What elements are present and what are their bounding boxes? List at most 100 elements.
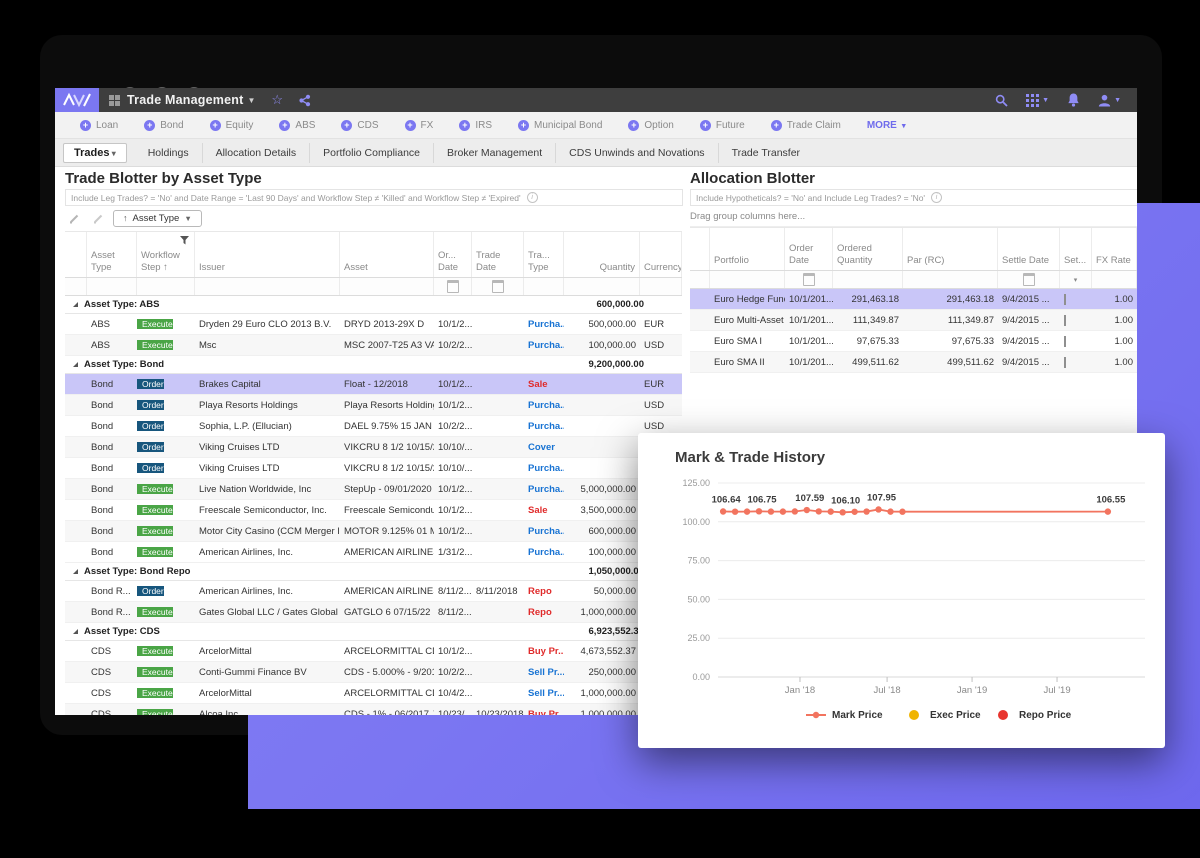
data-point[interactable] xyxy=(756,508,762,514)
trade-row[interactable]: Bond R...OrderAmerican Airlines, Inc.AME… xyxy=(65,581,682,602)
app-title[interactable]: Trade Management xyxy=(127,93,243,107)
apps-grid-icon[interactable] xyxy=(109,95,120,106)
group-header-row[interactable]: Asset Type: CDS6,923,552.37 xyxy=(65,623,682,641)
column-header-or-date[interactable]: Or... Date xyxy=(434,232,472,277)
data-point[interactable] xyxy=(887,508,893,514)
trade-row[interactable]: BondOrderBrakes CapitalFloat - 12/201810… xyxy=(65,374,682,395)
filter-cell[interactable] xyxy=(137,278,195,295)
trade-row[interactable]: BondOrderSophia, L.P. (Ellucian)DAEL 9.7… xyxy=(65,416,682,437)
asset-tab-loan[interactable]: +Loan xyxy=(67,120,131,131)
sub-tab-cds-unwinds-and-novations[interactable]: CDS Unwinds and Novations xyxy=(556,143,718,163)
column-header-order-date[interactable]: Order Date xyxy=(785,228,833,270)
trade-row[interactable]: ABSExecuteMscMSC 2007-T25 A3 VAR ...10/2… xyxy=(65,335,682,356)
data-point[interactable] xyxy=(1105,508,1111,514)
trade-row[interactable]: BondOrderPlaya Resorts HoldingsPlaya Res… xyxy=(65,395,682,416)
allocation-row[interactable]: Euro SMA II10/1/201...499,511.62499,511.… xyxy=(690,352,1137,373)
filter-cell[interactable]: ▾ xyxy=(1060,271,1092,288)
column-header-drag[interactable] xyxy=(65,232,87,277)
column-header-drag[interactable] xyxy=(690,228,710,270)
data-point[interactable] xyxy=(732,508,738,514)
trade-row[interactable]: CDSExecuteArcelorMittalARCELORMITTAL CDS… xyxy=(65,683,682,704)
asset-tab-abs[interactable]: +ABS xyxy=(266,120,328,131)
column-header-workflow-step[interactable]: Workflow Step ↑ xyxy=(137,232,195,277)
column-header-set[interactable]: Set... xyxy=(1060,228,1092,270)
more-tab[interactable]: MORE▾ xyxy=(854,120,919,131)
search-icon[interactable] xyxy=(995,94,1008,107)
trade-row[interactable]: CDSExecuteArcelorMittalARCELORMITTAL CDS… xyxy=(65,641,682,662)
group-header-row[interactable]: Asset Type: ABS600,000.00 xyxy=(65,296,682,314)
checkbox-unchecked[interactable] xyxy=(1064,357,1066,368)
filter-cell[interactable] xyxy=(524,278,564,295)
data-point[interactable] xyxy=(792,508,798,514)
asset-tab-fx[interactable]: +FX xyxy=(392,120,447,131)
filter-cell[interactable] xyxy=(833,271,903,288)
data-point[interactable] xyxy=(875,506,881,512)
column-header-asset-type[interactable]: Asset Type xyxy=(87,232,137,277)
trade-row[interactable]: BondOrderViking Cruises LTDVIKCRU 8 1/2 … xyxy=(65,458,682,479)
trade-row[interactable]: CDSExecuteAlcoa IncCDS - 1% - 06/2017 JP… xyxy=(65,704,682,715)
modules-icon[interactable]: ▼ xyxy=(1026,94,1049,107)
sub-tab-trade-transfer[interactable]: Trade Transfer xyxy=(719,143,813,163)
filter-cell[interactable] xyxy=(710,271,785,288)
filter-cell[interactable] xyxy=(564,278,640,295)
checkbox-unchecked[interactable] xyxy=(1064,336,1066,347)
checkbox-unchecked[interactable] xyxy=(1064,294,1066,305)
trade-row[interactable]: BondExecuteMotor City Casino (CCM Merger… xyxy=(65,521,682,542)
column-header-quantity[interactable]: Quantity xyxy=(564,232,640,277)
checkbox-unchecked[interactable] xyxy=(1064,315,1066,326)
asset-tab-future[interactable]: +Future xyxy=(687,120,758,131)
filter-cell[interactable] xyxy=(690,271,710,288)
allocation-row[interactable]: Euro Multi-Asset I10/1/201...111,349.871… xyxy=(690,310,1137,331)
group-header-row[interactable]: Asset Type: Bond9,200,000.00 xyxy=(65,356,682,374)
info-icon[interactable]: i xyxy=(527,192,538,203)
group-header-row[interactable]: Asset Type: Bond Repo1,050,000.00 xyxy=(65,563,682,581)
data-point[interactable] xyxy=(720,508,726,514)
profile-icon[interactable]: ▼ xyxy=(1098,94,1121,107)
trade-row[interactable]: BondExecuteFreescale Semiconductor, Inc.… xyxy=(65,500,682,521)
share-icon[interactable] xyxy=(298,94,311,107)
sub-tab-broker-management[interactable]: Broker Management xyxy=(434,143,556,163)
date-filter-cell[interactable] xyxy=(998,271,1060,288)
trade-row[interactable]: BondExecuteLive Nation Worldwide, IncSte… xyxy=(65,479,682,500)
data-point[interactable] xyxy=(768,508,774,514)
filter-funnel-icon[interactable] xyxy=(180,236,189,245)
filter-cell[interactable] xyxy=(340,278,434,295)
data-point[interactable] xyxy=(851,509,857,515)
column-header-trade-date[interactable]: Trade Date xyxy=(472,232,524,277)
group-by-chip[interactable]: ↑ Asset Type ▼ xyxy=(113,210,202,227)
data-point[interactable] xyxy=(839,509,845,515)
bell-icon[interactable] xyxy=(1067,93,1080,107)
column-header-portfolio[interactable]: Portfolio xyxy=(710,228,785,270)
brand-logo-icon[interactable] xyxy=(55,88,99,112)
caret-down-icon[interactable]: ▾ xyxy=(1074,276,1078,284)
star-icon[interactable]: ☆ xyxy=(271,92,283,108)
trade-row[interactable]: CDSExecuteConti-Gummi Finance BVCDS - 5.… xyxy=(65,662,682,683)
column-header-currency[interactable]: Currency xyxy=(640,232,682,277)
allocation-row[interactable]: Euro SMA I10/1/201...97,675.3397,675.339… xyxy=(690,331,1137,352)
info-icon[interactable]: i xyxy=(931,192,942,203)
edit-icon[interactable] xyxy=(65,210,83,226)
trade-row[interactable]: Bond R...ExecuteGates Global LLC / Gates… xyxy=(65,602,682,623)
trade-row[interactable]: ABSExecuteDryden 29 Euro CLO 2013 B.V.DR… xyxy=(65,314,682,335)
data-point[interactable] xyxy=(744,508,750,514)
data-point[interactable] xyxy=(780,508,786,514)
filter-cell[interactable] xyxy=(640,278,682,295)
asset-tab-cds[interactable]: +CDS xyxy=(328,120,391,131)
date-filter-cell[interactable] xyxy=(785,271,833,288)
edit-all-icon[interactable] xyxy=(89,210,107,226)
legend-item-mark-price[interactable]: Mark Price xyxy=(806,710,883,721)
calendar-icon[interactable] xyxy=(1023,273,1035,286)
data-point[interactable] xyxy=(899,509,905,515)
caret-down-icon[interactable]: ▼ xyxy=(247,96,255,105)
calendar-icon[interactable] xyxy=(447,280,459,293)
column-header-settle-date[interactable]: Settle Date xyxy=(998,228,1060,270)
data-point[interactable] xyxy=(804,507,810,513)
trade-row[interactable]: BondExecuteAmerican Airlines, Inc.AMERIC… xyxy=(65,542,682,563)
asset-tab-equity[interactable]: +Equity xyxy=(197,120,267,131)
column-header-tra-type[interactable]: Tra... Type xyxy=(524,232,564,277)
legend-item-repo-price[interactable]: Repo Price xyxy=(998,710,1072,721)
sub-tab-allocation-details[interactable]: Allocation Details xyxy=(203,143,311,163)
filter-cell[interactable] xyxy=(87,278,137,295)
trade-row[interactable]: BondOrderViking Cruises LTDVIKCRU 8 1/2 … xyxy=(65,437,682,458)
asset-tab-irs[interactable]: +IRS xyxy=(446,120,505,131)
